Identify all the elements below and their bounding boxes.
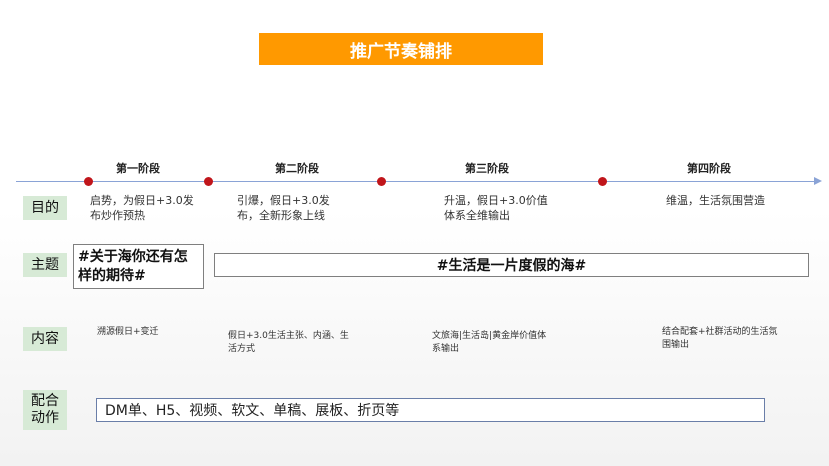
- content-stage-3: 文旅海|生活岛|黄金岸价值体系输出: [432, 331, 547, 354]
- theme-right-text: #生活是一片度假的海#: [436, 258, 587, 274]
- row-label-goal: 目的: [23, 196, 67, 220]
- stage-label-2: 第二阶段: [275, 162, 319, 175]
- coop-text: DM单、H5、视频、软文、单稿、展板、折页等: [105, 403, 400, 419]
- theme-left-text: #关于海你还有怎样的期待#: [78, 248, 188, 284]
- timeline-dot: [84, 177, 93, 186]
- stage-label-1: 第一阶段: [116, 162, 160, 175]
- timeline-dot: [204, 177, 213, 186]
- stage-label-4: 第四阶段: [687, 162, 731, 175]
- stage-label-3: 第三阶段: [465, 162, 509, 175]
- timeline-dot: [598, 177, 607, 186]
- theme-box-right: #生活是一片度假的海#: [214, 253, 809, 277]
- goal-stage-4: 维温，生活氛围营造: [666, 194, 765, 207]
- goal-stage-2: 引爆，假日+3.0发布，全新形象上线: [237, 194, 330, 222]
- timeline-arrow-icon: [814, 177, 822, 185]
- row-label-coop: 配合动作: [23, 390, 67, 430]
- content-stage-1: 溯源假日+变迁: [97, 327, 159, 337]
- timeline-dot: [377, 177, 386, 186]
- goal-stage-1: 启势，为假日+3.0发布炒作预热: [90, 194, 194, 222]
- row-label-content: 内容: [23, 327, 67, 351]
- page-title: 推广节奏铺排: [259, 33, 543, 65]
- coop-box: DM单、H5、视频、软文、单稿、展板、折页等: [96, 398, 765, 422]
- content-stage-2: 假日+3.0生活主张、内涵、生活方式: [228, 331, 349, 354]
- goal-stage-3: 升温，假日+3.0价值体系全维输出: [444, 194, 548, 222]
- timeline-line: [16, 181, 820, 182]
- row-label-theme: 主题: [23, 253, 67, 277]
- theme-box-left: #关于海你还有怎样的期待#: [73, 244, 204, 289]
- content-stage-4: 结合配套+社群活动的生活氛围输出: [662, 327, 778, 350]
